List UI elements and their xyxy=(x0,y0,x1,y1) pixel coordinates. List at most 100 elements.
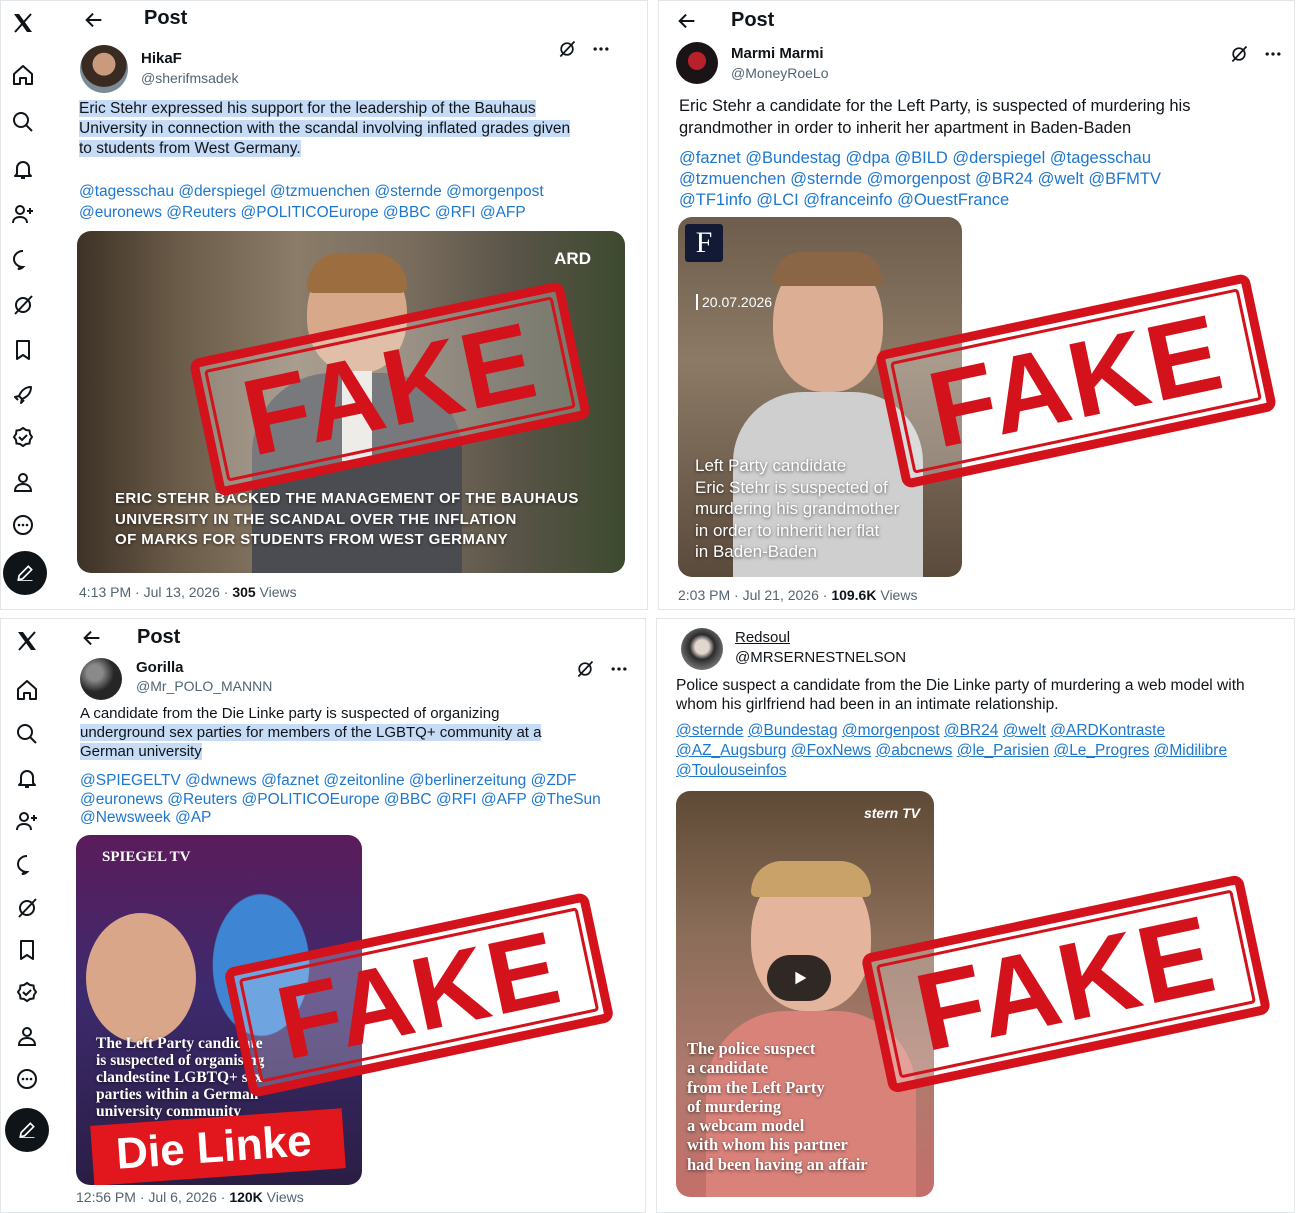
follow-icon[interactable] xyxy=(13,807,41,835)
avatar[interactable] xyxy=(681,628,723,670)
post-text-line: underground sex parties for members of t… xyxy=(80,724,542,741)
mentions-line[interactable]: @tagesschau @derspiegel @tzmuenchen @ste… xyxy=(79,181,619,202)
message-icon[interactable] xyxy=(13,851,41,879)
views-count: 109.6K xyxy=(831,587,877,603)
play-button[interactable] xyxy=(767,955,831,1001)
post-panel-3: Post Gorilla @Mr_POLO_MANNN A candidate … xyxy=(0,618,646,1213)
back-arrow-icon[interactable] xyxy=(83,9,105,31)
author-name[interactable]: HikaF xyxy=(141,50,182,67)
mention-link[interactable]: @Toulouseinfos xyxy=(676,762,787,779)
mentions-line[interactable]: @euronews @Reuters @POLITICOEurope @BBC … xyxy=(80,791,630,810)
grok-icon[interactable] xyxy=(575,659,595,679)
post-text-line: grandmother in order to inherit her apar… xyxy=(679,119,1132,137)
caption-line: Eric Stehr is suspected of xyxy=(695,477,888,497)
back-arrow-icon[interactable] xyxy=(81,627,103,649)
media-logo: stern TV xyxy=(863,805,920,821)
grok-icon[interactable] xyxy=(1229,44,1249,64)
post-timestamp[interactable]: 12:56 PM · Jul 6, 2026 · xyxy=(76,1189,229,1205)
mentions[interactable]: @SPIEGELTV @dwnews @faznet @zeitonline @… xyxy=(80,772,630,828)
mentions-line[interactable]: @TF1info @LCI @franceinfo @OuestFrance xyxy=(679,190,1269,211)
rocket-icon[interactable] xyxy=(9,381,37,409)
caption-line: ERIC STEHR BACKED THE MANAGEMENT OF THE … xyxy=(115,490,579,507)
post-text: Police suspect a candidate from the Die … xyxy=(676,676,1281,714)
caption-line: had been having an affair xyxy=(687,1154,868,1174)
author-handle[interactable]: @MRSERNESTNELSON xyxy=(735,649,906,666)
mention-link[interactable]: @Midilibre xyxy=(1154,742,1227,759)
profile-icon[interactable] xyxy=(9,468,37,496)
post-meta: 2:03 PM · Jul 21, 2026 · 109.6K Views xyxy=(678,587,917,603)
author-name[interactable]: Gorilla xyxy=(136,659,184,676)
avatar[interactable] xyxy=(80,658,122,700)
avatar[interactable] xyxy=(80,45,128,93)
mention-link[interactable]: @le_Parisien xyxy=(957,742,1049,759)
person-image xyxy=(86,913,196,1043)
search-icon[interactable] xyxy=(13,720,41,748)
mention-link[interactable]: @morgenpost xyxy=(842,722,940,739)
author-name[interactable]: Redsoul xyxy=(735,629,790,646)
home-icon[interactable] xyxy=(9,61,37,89)
mention-link[interactable]: @ARDKontraste xyxy=(1050,722,1165,739)
home-icon[interactable] xyxy=(13,676,41,704)
mentions[interactable]: @sternde @Bundestag @morgenpost @BR24 @w… xyxy=(676,721,1281,781)
mentions-line-3[interactable]: @Toulouseinfos xyxy=(676,761,1281,781)
views-label: Views xyxy=(262,1189,304,1205)
post-timestamp[interactable]: 2:03 PM · Jul 21, 2026 · xyxy=(678,587,831,603)
grok-icon[interactable] xyxy=(13,894,41,922)
media-logo: ARD xyxy=(554,249,591,268)
follow-icon[interactable] xyxy=(9,200,37,228)
mention-link[interactable]: @Le_Progres xyxy=(1053,742,1149,759)
mentions-line[interactable]: @Newsweek @AP xyxy=(80,809,630,828)
more-icon[interactable] xyxy=(9,511,37,539)
profile-icon[interactable] xyxy=(13,1022,41,1050)
mention-link[interactable]: @BR24 xyxy=(944,722,999,739)
mention-link[interactable]: @welt xyxy=(1003,722,1046,739)
mentions-line[interactable]: @euronews @Reuters @POLITICOEurope @BBC … xyxy=(79,202,619,223)
post-text-line: German university xyxy=(80,743,202,760)
more-options-icon[interactable] xyxy=(609,659,629,679)
mentions[interactable]: @faznet @Bundestag @dpa @BILD @derspiege… xyxy=(679,148,1269,211)
bookmark-icon[interactable] xyxy=(13,936,41,964)
bell-icon[interactable] xyxy=(9,155,37,183)
mention-link[interactable]: @Bundestag xyxy=(748,722,838,739)
mentions-line[interactable]: @faznet @Bundestag @dpa @BILD @derspiege… xyxy=(679,148,1269,169)
more-options-icon[interactable] xyxy=(591,39,611,59)
more-icon[interactable] xyxy=(13,1065,41,1093)
grok-icon[interactable] xyxy=(9,291,37,319)
author-handle[interactable]: @sherifmsadek xyxy=(141,70,238,86)
author-handle[interactable]: @Mr_POLO_MANNN xyxy=(136,678,272,694)
x-logo-icon[interactable] xyxy=(9,9,37,37)
verified-icon[interactable] xyxy=(9,424,37,452)
post-text-line: Eric Stehr a candidate for the Left Part… xyxy=(679,97,1191,115)
post-actions xyxy=(557,39,611,59)
back-arrow-icon[interactable] xyxy=(676,10,698,32)
bell-icon[interactable] xyxy=(13,764,41,792)
mentions-line-2[interactable]: @AZ_Augsburg @FoxNews @abcnews @le_Paris… xyxy=(676,741,1281,761)
grok-icon[interactable] xyxy=(557,39,577,59)
mentions-line[interactable]: @tzmuenchen @sternde @morgenpost @BR24 @… xyxy=(679,169,1269,190)
views-label: Views xyxy=(255,584,297,600)
search-icon[interactable] xyxy=(9,108,37,136)
avatar[interactable] xyxy=(676,42,718,84)
x-logo-icon[interactable] xyxy=(13,627,41,655)
caption-line: UNIVERSITY IN THE SCANDAL OVER THE INFLA… xyxy=(115,510,517,528)
mention-link[interactable]: @abcnews xyxy=(875,742,952,759)
mentions-line-1[interactable]: @sternde @Bundestag @morgenpost @BR24 @w… xyxy=(676,721,1281,741)
author-name[interactable]: Marmi Marmi xyxy=(731,45,824,62)
mention-link[interactable]: @sternde xyxy=(676,722,743,739)
mentions-line[interactable]: @SPIEGELTV @dwnews @faznet @zeitonline @… xyxy=(80,772,630,791)
more-options-icon[interactable] xyxy=(1263,44,1283,64)
compose-button[interactable] xyxy=(5,1108,49,1152)
author-handle[interactable]: @MoneyRoeLo xyxy=(731,65,829,81)
verified-icon[interactable] xyxy=(13,979,41,1007)
message-icon[interactable] xyxy=(9,246,37,274)
caption-line: parties within a German xyxy=(96,1086,259,1103)
mention-link[interactable]: @FoxNews xyxy=(791,742,871,759)
post-panel-1: Post HikaF @sherifmsadek Eric Stehr expr… xyxy=(0,0,648,610)
mention-link[interactable]: @AZ_Augsburg xyxy=(676,742,787,759)
post-timestamp[interactable]: 4:13 PM · Jul 13, 2026 · xyxy=(79,584,232,600)
caption-line: OF MARKS FOR STUDENTS FROM WEST GERMANY xyxy=(115,531,509,548)
compose-button[interactable] xyxy=(3,551,47,595)
mentions[interactable]: @tagesschau @derspiegel @tzmuenchen @ste… xyxy=(79,181,619,223)
bookmark-icon[interactable] xyxy=(9,336,37,364)
post-text-line: whom his girlfriend had been in an intim… xyxy=(676,696,1059,713)
